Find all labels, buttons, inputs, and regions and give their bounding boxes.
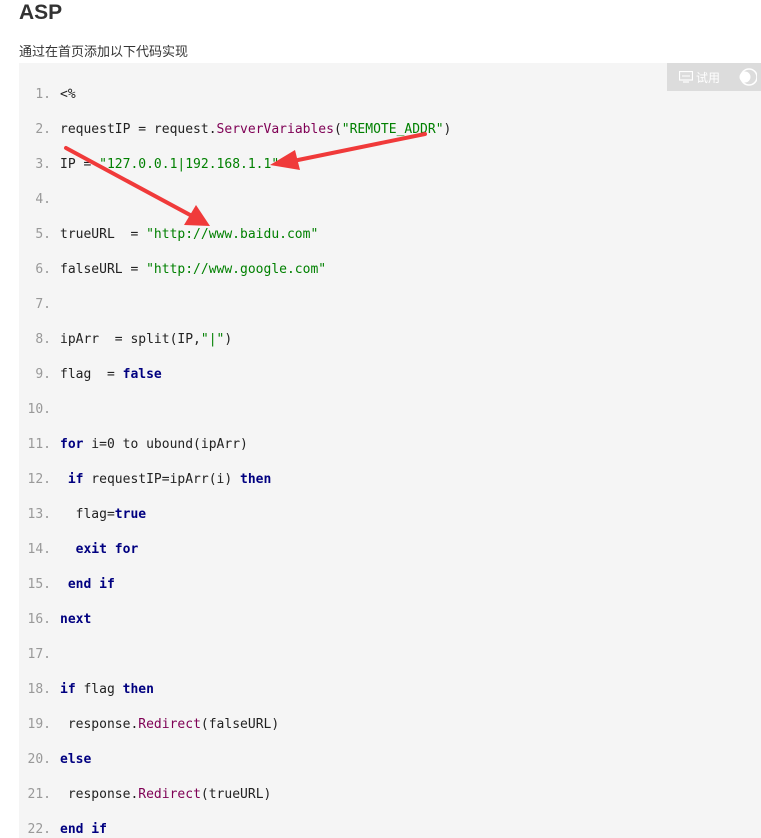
code-token: false [122, 367, 162, 382]
code-token: ( [333, 122, 342, 137]
code-line: 9. flag = false [19, 357, 451, 392]
code-line: 3. IP = "127.0.0.1|192.168.1.1" [19, 147, 451, 182]
code-token: Redirect [138, 717, 201, 732]
line-number: 21. [27, 787, 51, 802]
code-token: for [60, 437, 84, 452]
code-token: (falseURL) [200, 717, 280, 732]
code-token: true [114, 507, 147, 522]
code-line: 13. flag=true [19, 497, 451, 532]
code-token: flag [75, 682, 123, 697]
code-block: 试用 1. <% 2. requestIP = request.ServerVaria… [19, 63, 761, 838]
line-number: 11. [27, 437, 51, 452]
code-token: Redirect [138, 787, 201, 802]
line-number: 18. [27, 682, 51, 697]
line-number: 12. [27, 472, 51, 487]
line-number: 2. [35, 122, 51, 137]
code-token: requestIP = request. [60, 122, 217, 137]
line-number: 14. [27, 542, 51, 557]
line-number: 3. [35, 157, 51, 172]
code-token: if [60, 682, 76, 697]
line-number: 1. [35, 87, 51, 102]
code-token: end if [67, 577, 115, 592]
code-lines: 1. <% 2. requestIP = request.ServerVariable… [19, 77, 452, 838]
code-token: IP = [60, 157, 100, 172]
code-line: 15. end if [19, 567, 451, 602]
code-token: else [60, 752, 92, 767]
code-token: if [67, 472, 84, 487]
code-line: 8. ipArr = split(IP,"|") [19, 322, 451, 357]
line-number: 6. [35, 262, 51, 277]
code-token: ipArr = split(IP, [60, 332, 201, 347]
code-token: exit for [75, 542, 139, 557]
code-line: 14. exit for [19, 532, 451, 567]
code-token: next [60, 612, 92, 627]
code-line: 6. falseURL = "http://www.google.com" [19, 252, 451, 287]
line-number: 20. [27, 752, 51, 767]
toggle-icon[interactable] [737, 67, 757, 87]
monitor-icon [679, 71, 693, 83]
code-token: (trueURL) [200, 787, 272, 802]
line-number: 4. [35, 192, 51, 207]
code-line: 19. response.Redirect(falseURL) [19, 707, 451, 742]
code-line: 5. trueURL = "http://www.baidu.com" [19, 217, 451, 252]
code-line: 2. requestIP = request.ServerVariables("R… [19, 112, 451, 147]
code-line: 16. next [19, 602, 451, 637]
try-button[interactable]: 试用 [667, 63, 726, 91]
code-token: end if [60, 822, 107, 837]
code-token: "127.0.0.1|192.168.1.1" [99, 157, 280, 172]
code-token: ) [443, 122, 452, 137]
line-number: 15. [27, 577, 51, 592]
line-number: 17. [27, 647, 51, 662]
code-line: 12. if requestIP=ipArr(i) then [19, 462, 451, 497]
line-number: 9. [35, 367, 51, 382]
code-line: 17. [19, 637, 451, 672]
code-token: "|" [200, 332, 225, 347]
code-toolbar: 试用 [667, 63, 761, 91]
code-token: then [240, 472, 272, 487]
code-token: ) [224, 332, 233, 347]
code-token: "REMOTE_ADDR" [341, 122, 444, 137]
code-line: 1. <% [19, 77, 451, 112]
line-number: 16. [27, 612, 51, 627]
line-number: 5. [35, 227, 51, 242]
code-token: <% [60, 87, 76, 102]
line-number: 7. [35, 297, 51, 312]
code-line: 10. [19, 392, 451, 427]
page-heading: ASP [19, 1, 63, 24]
line-number: 22. [27, 822, 51, 837]
code-token: flag= [60, 507, 115, 522]
code-token: flag = [60, 367, 123, 382]
line-number: 19. [27, 717, 51, 732]
code-line: 18. if flag then [19, 672, 451, 707]
code-line: 21. response.Redirect(trueURL) [19, 777, 451, 812]
code-token: response. [60, 787, 139, 802]
code-token: i=0 to ubound(ipArr) [83, 437, 248, 452]
line-number: 13. [27, 507, 51, 522]
code-line: 22. end if [19, 812, 451, 838]
code-token: "http://www.baidu.com" [146, 227, 319, 242]
code-token: then [122, 682, 154, 697]
intro-text: 通过在首页添加以下代码实现 [19, 45, 189, 60]
try-button-label: 试用 [696, 70, 721, 85]
code-line: 4. [19, 182, 451, 217]
code-line: 7. [19, 287, 451, 322]
code-line: 11. for i=0 to ubound(ipArr) [19, 427, 451, 462]
code-token: "http://www.google.com" [146, 262, 327, 277]
code-token: trueURL = [60, 227, 147, 242]
line-number: 8. [35, 332, 51, 347]
line-number: 10. [27, 402, 51, 417]
code-token: falseURL = [60, 262, 147, 277]
code-line: 20. else [19, 742, 451, 777]
code-token: requestIP=ipArr(i) [83, 472, 241, 487]
code-token: ServerVariables [216, 122, 334, 137]
code-token: response. [60, 717, 139, 732]
